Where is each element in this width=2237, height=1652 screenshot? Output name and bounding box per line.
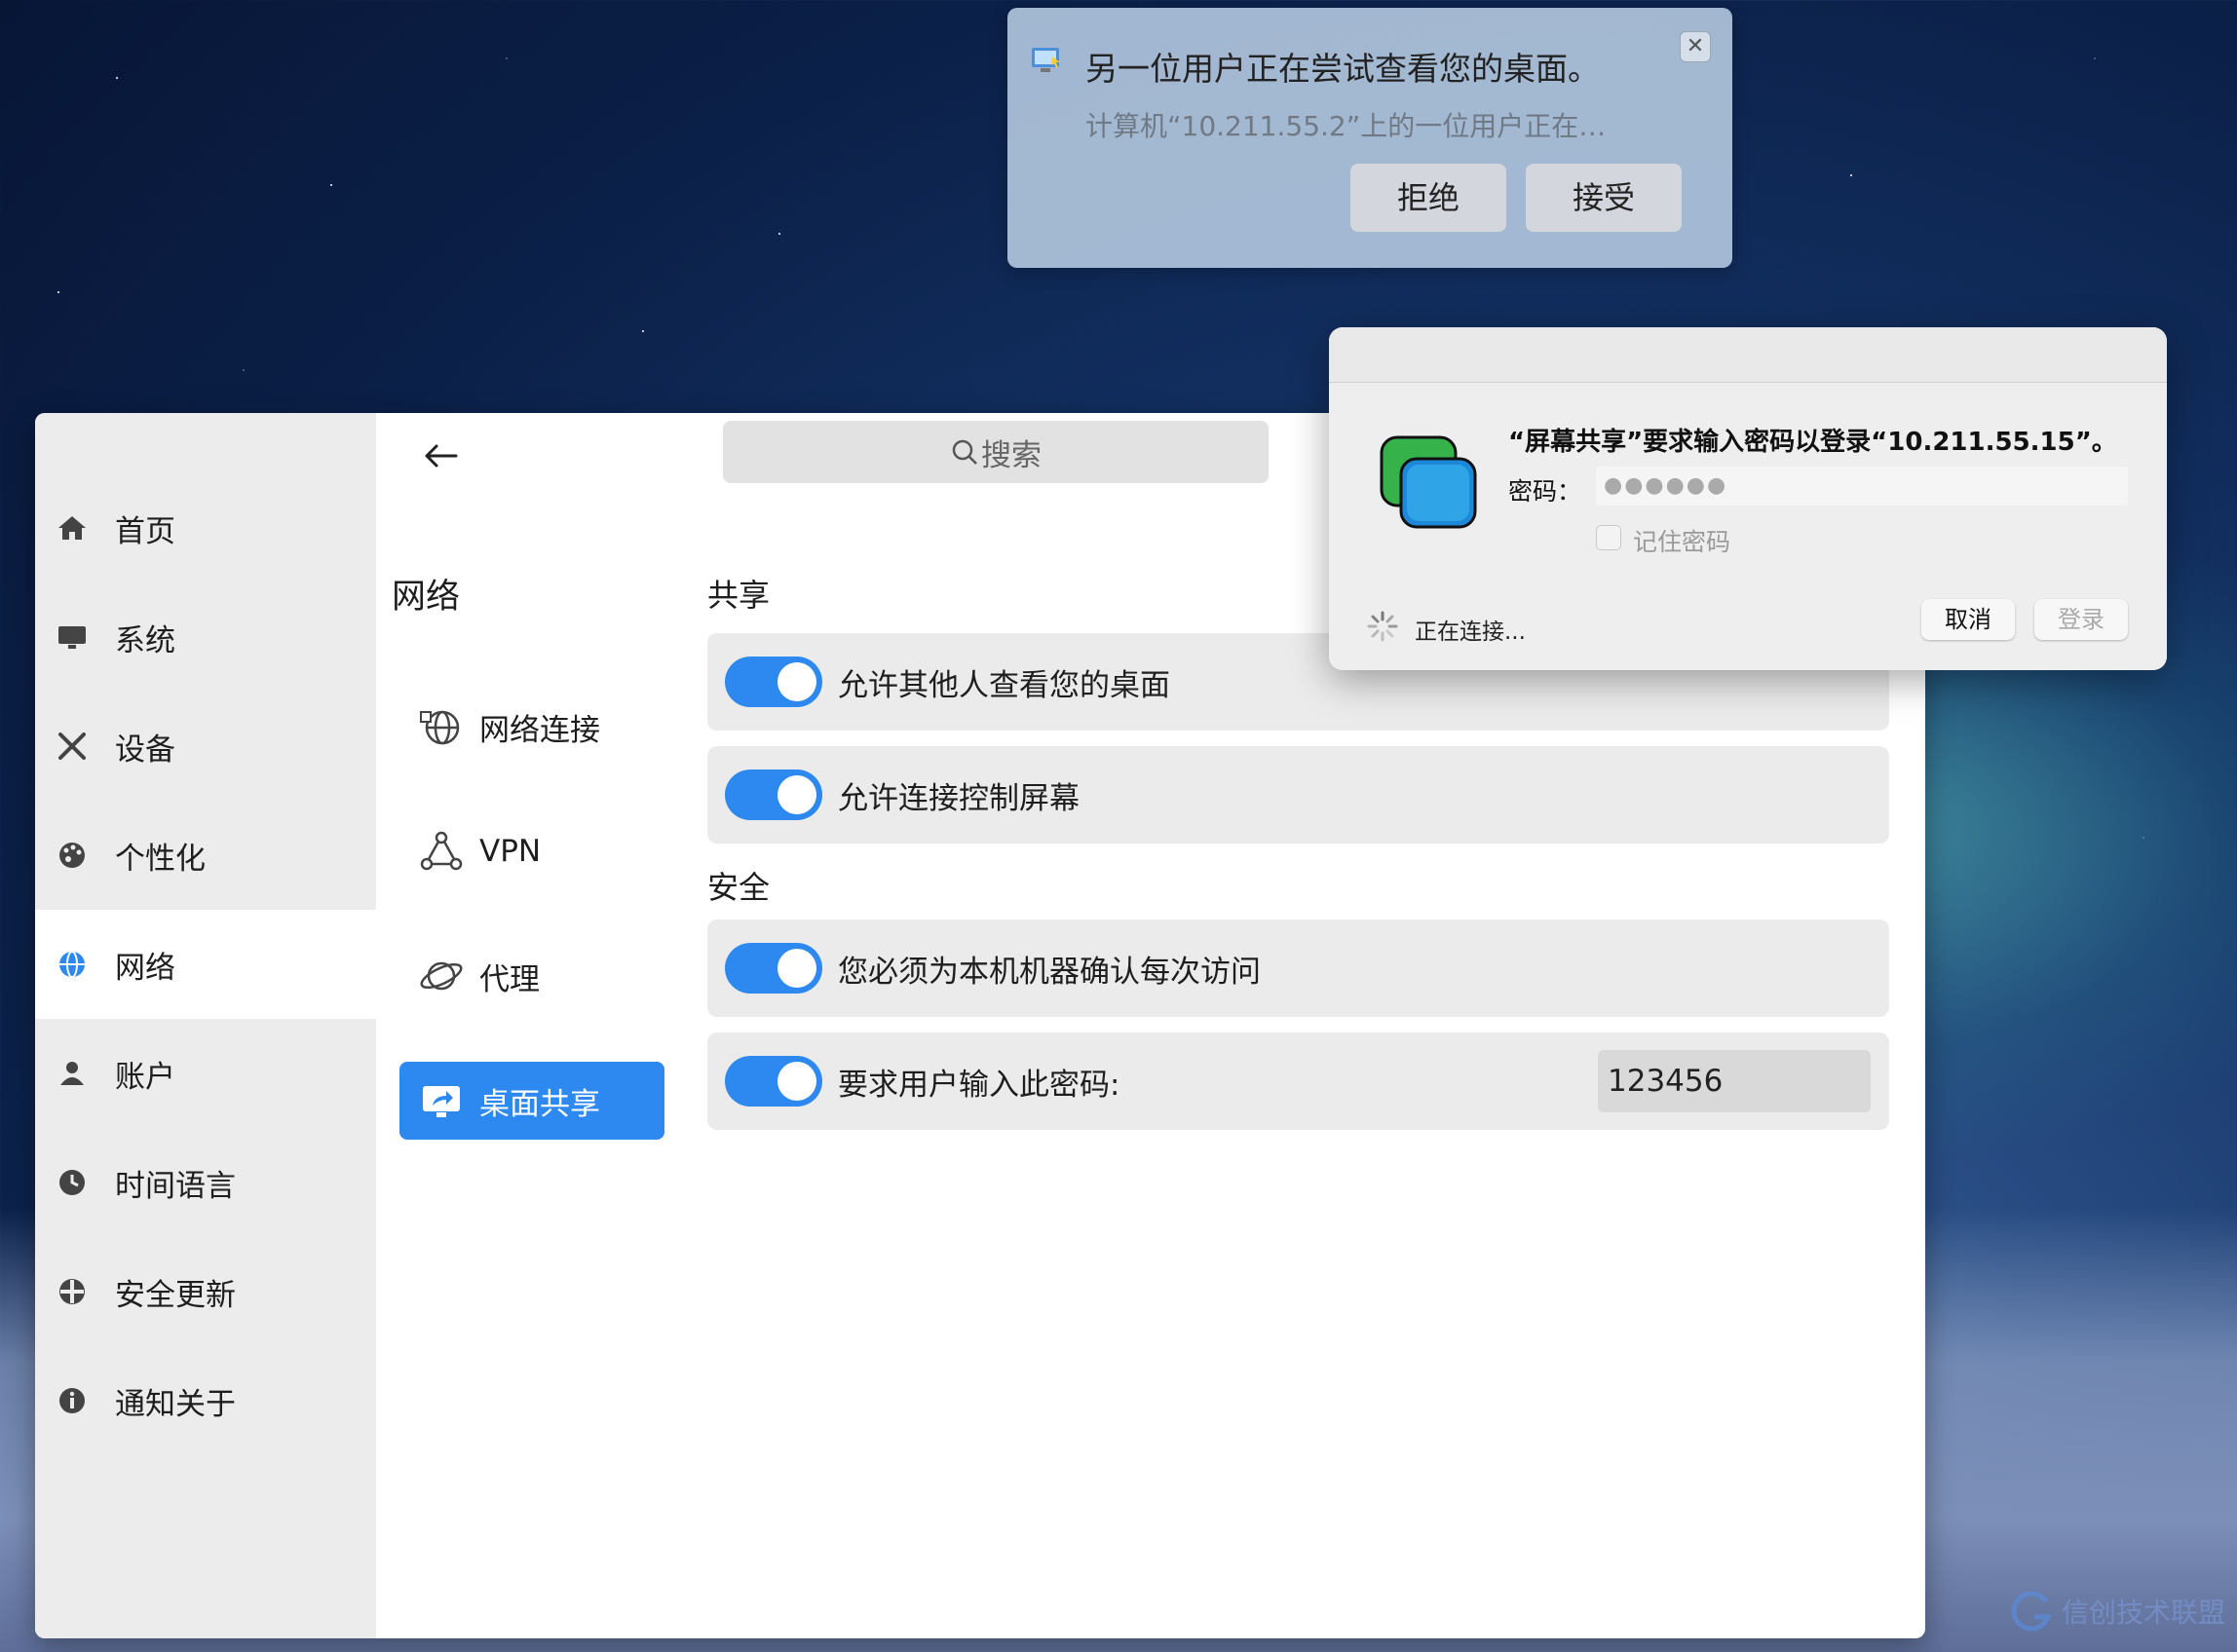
password-label: 密码： (1508, 477, 1582, 506)
search-icon (952, 439, 977, 465)
user-icon (60, 1062, 84, 1085)
spinner-icon (1367, 611, 1398, 642)
sidebar-item-label: 系统 (115, 622, 175, 658)
sidebar-item-personalization[interactable]: 个性化 (35, 801, 376, 910)
notification-title: 另一位用户正在尝试查看您的桌面。 (1085, 50, 1600, 88)
security-row-require-password: 要求用户输入此密码: 123456 (707, 1032, 1889, 1130)
sidebar-item-label: 首页 (115, 513, 175, 549)
nav-item-label: VPN (479, 834, 542, 869)
back-arrow-icon[interactable] (417, 434, 466, 477)
security-row-confirm-access: 您必须为本机机器确认每次访问 (707, 920, 1889, 1017)
sidebar-item-label: 通知关于 (115, 1386, 236, 1422)
sidebar-item-label: 网络 (115, 950, 175, 986)
notification-body: 计算机“10.211.55.2”上的一位用户正在… (1085, 110, 1607, 142)
reject-button[interactable]: 拒绝 (1350, 164, 1506, 232)
row-label: 要求用户输入此密码: (838, 1068, 1120, 1103)
watermark: 信创技术联盟 (2007, 1588, 2225, 1634)
view-desktop-toggle[interactable] (725, 657, 822, 707)
require-password-toggle[interactable] (725, 1056, 822, 1107)
watermark-text: 信创技术联盟 (2062, 1596, 2226, 1629)
share-password-field[interactable]: 123456 (1598, 1050, 1871, 1112)
share-section-title: 共享 (707, 577, 771, 614)
security-section-title: 安全 (707, 869, 771, 906)
nav-item-proxy[interactable]: 代理 (399, 937, 664, 1015)
sidebar-item-notification-about[interactable]: 通知关于 (35, 1346, 376, 1455)
sidebar: 首页 系统 设备 个性化 网络 账户 时间语言 安全更新 通知关于 (35, 413, 376, 1638)
sidebar-item-label: 安全更新 (115, 1277, 236, 1313)
notification-close-button[interactable]: ✕ (1680, 31, 1711, 62)
cancel-button[interactable]: 取消 (1921, 599, 2015, 640)
nav-item-desktop-share[interactable]: 桌面共享 (399, 1062, 664, 1140)
sidebar-item-account[interactable]: 账户 (35, 1019, 376, 1128)
tools-icon (58, 732, 86, 760)
screen-sharing-login-dialog: “屏幕共享”要求输入密码以登录“10.211.55.15”。 密码： ●●●●●… (1329, 327, 2167, 670)
desktop-share-icon (423, 1086, 460, 1117)
remember-password-checkbox[interactable] (1596, 525, 1621, 550)
search-input[interactable]: 搜索 (723, 421, 1269, 483)
nav-item-vpn[interactable]: VPN (399, 812, 664, 890)
proxy-icon (420, 961, 463, 991)
dialog-titlebar (1329, 327, 2167, 383)
nav-item-label: 代理 (479, 961, 540, 997)
shield-icon (59, 1279, 85, 1304)
row-label: 您必须为本机机器确认每次访问 (838, 955, 1261, 990)
nav-item-network-connection[interactable]: 网络连接 (399, 688, 664, 766)
accept-button[interactable]: 接受 (1526, 164, 1682, 232)
sidebar-item-label: 时间语言 (115, 1168, 236, 1204)
screen-sharing-app-icon (1380, 435, 1477, 529)
sidebar-item-home[interactable]: 首页 (35, 473, 376, 582)
sidebar-item-label: 设备 (115, 732, 175, 768)
row-label: 允许其他人查看您的桌面 (838, 668, 1170, 703)
control-screen-toggle[interactable] (725, 770, 822, 820)
network-connection-icon (420, 710, 460, 745)
login-button[interactable]: 登录 (2034, 599, 2128, 640)
confirm-access-toggle[interactable] (725, 943, 822, 994)
vpn-icon (420, 831, 463, 871)
sidebar-item-devices[interactable]: 设备 (35, 692, 376, 801)
row-label: 允许连接控制屏幕 (838, 781, 1080, 816)
dialog-body: “屏幕共享”要求输入密码以登录“10.211.55.15”。 密码： ●●●●●… (1329, 383, 2167, 670)
sidebar-item-network[interactable]: 网络 (35, 910, 376, 1019)
sidebar-item-label: 个性化 (115, 841, 206, 877)
sidebar-item-label: 账户 (115, 1059, 175, 1095)
home-icon (58, 516, 86, 540)
dialog-title: “屏幕共享”要求输入密码以登录“10.211.55.15”。 (1508, 428, 2117, 457)
connecting-status: 正在连接... (1415, 620, 1526, 645)
palette-icon (59, 843, 85, 868)
monitor-icon (58, 626, 86, 649)
sidebar-item-security-update[interactable]: 安全更新 (35, 1237, 376, 1346)
network-nav-title: 网络 (392, 578, 461, 617)
search-placeholder: 搜索 (981, 437, 1042, 473)
info-icon (59, 1388, 85, 1413)
sidebar-item-system[interactable]: 系统 (35, 582, 376, 692)
sidebar-item-time-language[interactable]: 时间语言 (35, 1128, 376, 1237)
watermark-logo-icon (2011, 1591, 2052, 1632)
nav-item-label: 桌面共享 (479, 1086, 600, 1122)
remember-password-label: 记住密码 (1633, 528, 1731, 556)
password-input[interactable]: ●●●●●● (1596, 467, 2128, 506)
clock-icon (59, 1170, 85, 1195)
nav-item-label: 网络连接 (479, 712, 600, 748)
share-row-control-screen: 允许连接控制屏幕 (707, 746, 1889, 844)
desktop-share-notification: 另一位用户正在尝试查看您的桌面。 计算机“10.211.55.2”上的一位用户正… (1007, 8, 1732, 268)
globe-icon (59, 951, 85, 978)
remote-desktop-icon (1032, 48, 1060, 72)
